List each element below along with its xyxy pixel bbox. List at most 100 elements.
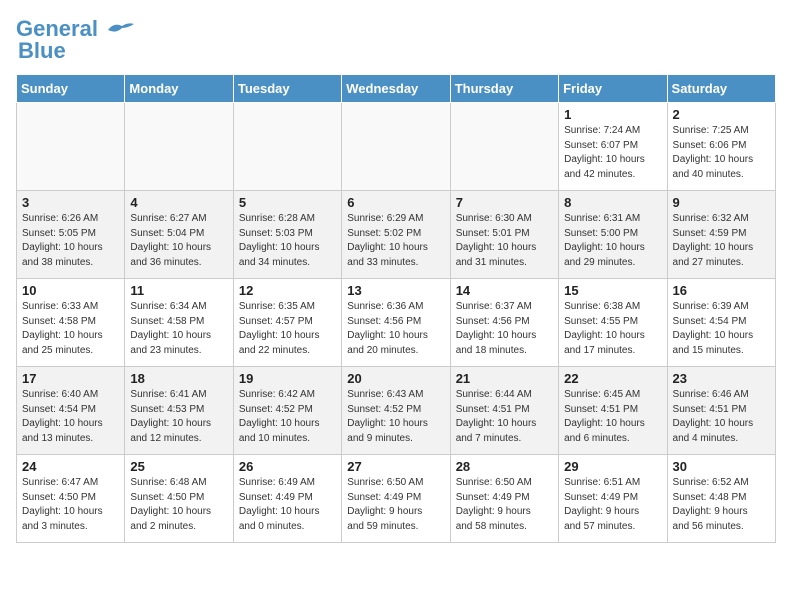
calendar-week-2: 3 Sunrise: 6:26 AM Sunset: 5:05 PM Daylig… [17, 191, 776, 279]
day-info: Sunrise: 6:46 AM Sunset: 4:51 PM Dayligh… [673, 388, 770, 446]
day-info: Sunrise: 6:34 AM Sunset: 4:58 PM Dayligh… [130, 300, 227, 358]
day-number: 3 [22, 195, 119, 210]
day-number: 17 [22, 371, 119, 386]
day-number: 9 [673, 195, 770, 210]
day-info: Sunrise: 6:39 AM Sunset: 4:54 PM Dayligh… [673, 300, 770, 358]
calendar-cell [342, 103, 450, 191]
calendar-cell: 5Sunrise: 6:28 AM Sunset: 5:03 PM Daylig… [233, 191, 341, 279]
day-number: 16 [673, 283, 770, 298]
weekday-header-tuesday: Tuesday [233, 75, 341, 103]
day-info: Sunrise: 6:32 AM Sunset: 4:59 PM Dayligh… [673, 212, 770, 270]
day-number: 8 [564, 195, 661, 210]
day-number: 15 [564, 283, 661, 298]
day-number: 22 [564, 371, 661, 386]
calendar-cell: 24 Sunrise: 6:47 AM Sunset: 4:50 PM Dayli… [17, 455, 125, 543]
day-number: 12 [239, 283, 336, 298]
calendar-cell: 3 Sunrise: 6:26 AM Sunset: 5:05 PM Daylig… [17, 191, 125, 279]
calendar-cell: 26Sunrise: 6:49 AM Sunset: 4:49 PM Dayli… [233, 455, 341, 543]
day-info: Sunrise: 6:36 AM Sunset: 4:56 PM Dayligh… [347, 300, 444, 358]
calendar-cell: 9 Sunrise: 6:32 AM Sunset: 4:59 PM Daylig… [667, 191, 775, 279]
day-number: 29 [564, 459, 661, 474]
calendar-week-1: 1Sunrise: 7:24 AM Sunset: 6:07 PM Daylig… [17, 103, 776, 191]
day-number: 23 [673, 371, 770, 386]
day-info: Sunrise: 6:45 AM Sunset: 4:51 PM Dayligh… [564, 388, 661, 446]
page-header: General Blue [16, 16, 776, 64]
logo-blue: Blue [18, 38, 66, 64]
calendar-cell: 12 Sunrise: 6:35 AM Sunset: 4:57 PM Dayli… [233, 279, 341, 367]
day-number: 20 [347, 371, 444, 386]
calendar-cell: 1Sunrise: 7:24 AM Sunset: 6:07 PM Daylig… [559, 103, 667, 191]
calendar-cell: 29 Sunrise: 6:51 AM Sunset: 4:49 PM Dayli… [559, 455, 667, 543]
day-number: 24 [22, 459, 119, 474]
day-number: 7 [456, 195, 553, 210]
calendar-table: SundayMondayTuesdayWednesdayThursdayFrid… [16, 74, 776, 543]
calendar-week-3: 10 Sunrise: 6:33 AM Sunset: 4:58 PM Dayli… [17, 279, 776, 367]
calendar-cell [450, 103, 558, 191]
day-number: 28 [456, 459, 553, 474]
day-info: Sunrise: 7:25 AM Sunset: 6:06 PM Dayligh… [673, 124, 770, 182]
calendar-header-row: SundayMondayTuesdayWednesdayThursdayFrid… [17, 75, 776, 103]
day-info: Sunrise: 6:35 AM Sunset: 4:57 PM Dayligh… [239, 300, 336, 358]
calendar-cell: 30 Sunrise: 6:52 AM Sunset: 4:48 PM Dayli… [667, 455, 775, 543]
calendar-week-4: 17Sunrise: 6:40 AM Sunset: 4:54 PM Dayli… [17, 367, 776, 455]
calendar-cell: 17Sunrise: 6:40 AM Sunset: 4:54 PM Dayli… [17, 367, 125, 455]
day-info: Sunrise: 6:26 AM Sunset: 5:05 PM Dayligh… [22, 212, 119, 270]
day-info: Sunrise: 6:31 AM Sunset: 5:00 PM Dayligh… [564, 212, 661, 270]
day-info: Sunrise: 6:43 AM Sunset: 4:52 PM Dayligh… [347, 388, 444, 446]
calendar-cell [125, 103, 233, 191]
day-number: 5 [239, 195, 336, 210]
calendar-cell: 25 Sunrise: 6:48 AM Sunset: 4:50 PM Dayli… [125, 455, 233, 543]
calendar-cell: 23 Sunrise: 6:46 AM Sunset: 4:51 PM Dayli… [667, 367, 775, 455]
calendar-cell: 20 Sunrise: 6:43 AM Sunset: 4:52 PM Dayli… [342, 367, 450, 455]
day-info: Sunrise: 6:50 AM Sunset: 4:49 PM Dayligh… [456, 476, 553, 534]
weekday-header-saturday: Saturday [667, 75, 775, 103]
calendar-cell: 11 Sunrise: 6:34 AM Sunset: 4:58 PM Dayli… [125, 279, 233, 367]
calendar-cell [17, 103, 125, 191]
day-number: 19 [239, 371, 336, 386]
weekday-header-thursday: Thursday [450, 75, 558, 103]
day-number: 13 [347, 283, 444, 298]
day-info: Sunrise: 6:48 AM Sunset: 4:50 PM Dayligh… [130, 476, 227, 534]
day-number: 30 [673, 459, 770, 474]
calendar-week-5: 24 Sunrise: 6:47 AM Sunset: 4:50 PM Dayli… [17, 455, 776, 543]
day-info: Sunrise: 6:41 AM Sunset: 4:53 PM Dayligh… [130, 388, 227, 446]
calendar-cell: 6Sunrise: 6:29 AM Sunset: 5:02 PM Daylig… [342, 191, 450, 279]
day-info: Sunrise: 6:44 AM Sunset: 4:51 PM Dayligh… [456, 388, 553, 446]
day-number: 10 [22, 283, 119, 298]
weekday-header-monday: Monday [125, 75, 233, 103]
day-number: 14 [456, 283, 553, 298]
weekday-header-friday: Friday [559, 75, 667, 103]
calendar-cell: 2 Sunrise: 7:25 AM Sunset: 6:06 PM Daylig… [667, 103, 775, 191]
day-number: 26 [239, 459, 336, 474]
day-info: Sunrise: 6:52 AM Sunset: 4:48 PM Dayligh… [673, 476, 770, 534]
calendar-cell: 18 Sunrise: 6:41 AM Sunset: 4:53 PM Dayli… [125, 367, 233, 455]
day-number: 25 [130, 459, 227, 474]
day-number: 27 [347, 459, 444, 474]
day-number: 18 [130, 371, 227, 386]
day-number: 11 [130, 283, 227, 298]
day-info: Sunrise: 6:47 AM Sunset: 4:50 PM Dayligh… [22, 476, 119, 534]
day-info: Sunrise: 6:30 AM Sunset: 5:01 PM Dayligh… [456, 212, 553, 270]
logo: General Blue [16, 16, 136, 64]
day-info: Sunrise: 6:33 AM Sunset: 4:58 PM Dayligh… [22, 300, 119, 358]
day-info: Sunrise: 6:27 AM Sunset: 5:04 PM Dayligh… [130, 212, 227, 270]
calendar-cell: 14Sunrise: 6:37 AM Sunset: 4:56 PM Dayli… [450, 279, 558, 367]
calendar-cell: 27Sunrise: 6:50 AM Sunset: 4:49 PM Dayli… [342, 455, 450, 543]
day-number: 21 [456, 371, 553, 386]
calendar-cell: 4 Sunrise: 6:27 AM Sunset: 5:04 PM Daylig… [125, 191, 233, 279]
calendar-cell: 28 Sunrise: 6:50 AM Sunset: 4:49 PM Dayli… [450, 455, 558, 543]
day-number: 2 [673, 107, 770, 122]
calendar-cell: 13 Sunrise: 6:36 AM Sunset: 4:56 PM Dayli… [342, 279, 450, 367]
calendar-cell: 22 Sunrise: 6:45 AM Sunset: 4:51 PM Dayli… [559, 367, 667, 455]
calendar-cell: 19 Sunrise: 6:42 AM Sunset: 4:52 PM Dayli… [233, 367, 341, 455]
day-number: 4 [130, 195, 227, 210]
weekday-header-sunday: Sunday [17, 75, 125, 103]
calendar-cell: 16 Sunrise: 6:39 AM Sunset: 4:54 PM Dayli… [667, 279, 775, 367]
day-info: Sunrise: 6:42 AM Sunset: 4:52 PM Dayligh… [239, 388, 336, 446]
day-info: Sunrise: 7:24 AM Sunset: 6:07 PM Dayligh… [564, 124, 661, 182]
day-info: Sunrise: 6:51 AM Sunset: 4:49 PM Dayligh… [564, 476, 661, 534]
calendar-cell: 10 Sunrise: 6:33 AM Sunset: 4:58 PM Dayli… [17, 279, 125, 367]
day-number: 6 [347, 195, 444, 210]
calendar-cell: 15Sunrise: 6:38 AM Sunset: 4:55 PM Dayli… [559, 279, 667, 367]
calendar-cell [233, 103, 341, 191]
